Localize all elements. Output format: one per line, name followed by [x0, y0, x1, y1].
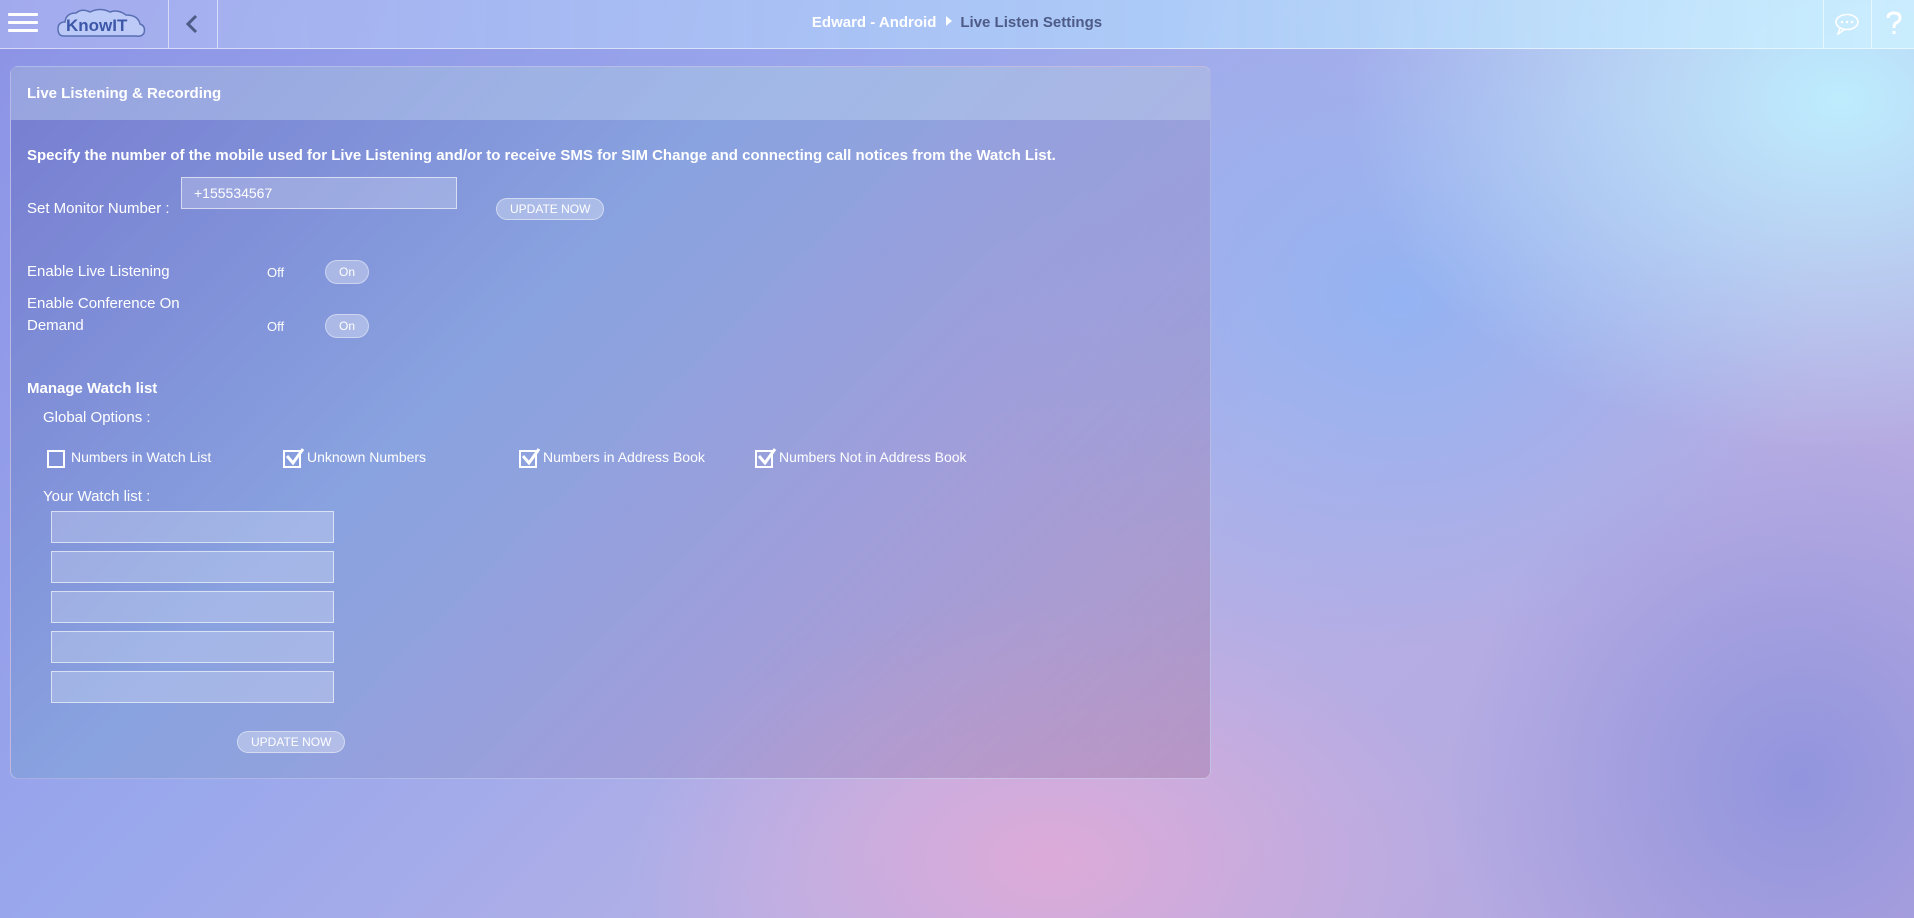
- checkmark-icon: [521, 448, 541, 466]
- breadcrumb: Edward - Android Live Listen Settings: [0, 14, 1914, 31]
- top-bar: KnowIT Edward - Android Live Listen Setti…: [0, 0, 1914, 49]
- live-listening-off[interactable]: Off: [267, 265, 284, 280]
- checkmark-icon: [757, 448, 777, 466]
- conference-label-line1: Enable Conference On: [27, 295, 180, 312]
- monitor-number-input[interactable]: [181, 177, 457, 209]
- your-watch-list-label: Your Watch list :: [43, 488, 151, 505]
- watch-list-entry-3[interactable]: [51, 591, 334, 623]
- live-listening-panel: Live Listening & Recording Specify the n…: [10, 66, 1211, 779]
- unknown-numbers-label: Unknown Numbers: [307, 449, 427, 465]
- numbers-not-in-address-book-label: Numbers Not in Address Book: [779, 449, 967, 465]
- update-watch-list-button[interactable]: UPDATE NOW: [237, 731, 346, 753]
- breadcrumb-current: Live Listen Settings: [960, 14, 1103, 31]
- checkbox-unknown-numbers[interactable]: [283, 448, 305, 468]
- help-button[interactable]: [1872, 0, 1914, 48]
- live-listening-label: Enable Live Listening: [27, 263, 170, 280]
- checkbox-numbers-in-address-book[interactable]: [519, 448, 541, 468]
- numbers-in-address-book-label: Numbers in Address Book: [543, 449, 705, 465]
- breadcrumb-device[interactable]: Edward - Android: [812, 14, 936, 31]
- chat-button[interactable]: [1824, 0, 1870, 48]
- checkbox-numbers-not-in-address-book[interactable]: [755, 448, 777, 468]
- checkbox-numbers-in-watch-list[interactable]: [47, 450, 65, 468]
- panel-header: Live Listening & Recording: [11, 67, 1210, 120]
- watch-list-entry-4[interactable]: [51, 631, 334, 663]
- live-listening-on-toggle[interactable]: On: [325, 260, 369, 284]
- caret-right-icon: [946, 16, 953, 26]
- monitor-number-label: Set Monitor Number :: [27, 200, 170, 217]
- panel-title: Live Listening & Recording: [27, 85, 222, 102]
- conference-on-toggle[interactable]: On: [325, 314, 369, 338]
- watch-list-entry-1[interactable]: [51, 511, 334, 543]
- checkmark-icon: [285, 448, 305, 466]
- question-mark-icon: [1886, 11, 1902, 34]
- global-options-label: Global Options :: [43, 409, 151, 426]
- watch-list-entry-5[interactable]: [51, 671, 334, 703]
- numbers-in-watch-list-label: Numbers in Watch List: [71, 449, 212, 465]
- conference-label-line2: Demand: [27, 317, 84, 334]
- chat-bubble-icon: [1835, 13, 1859, 35]
- update-monitor-button[interactable]: UPDATE NOW: [496, 198, 605, 220]
- manage-watch-list-title: Manage Watch list: [27, 380, 158, 397]
- watch-list-entry-2[interactable]: [51, 551, 334, 583]
- conference-off[interactable]: Off: [267, 319, 284, 334]
- intro-text: Specify the number of the mobile used fo…: [27, 147, 1056, 164]
